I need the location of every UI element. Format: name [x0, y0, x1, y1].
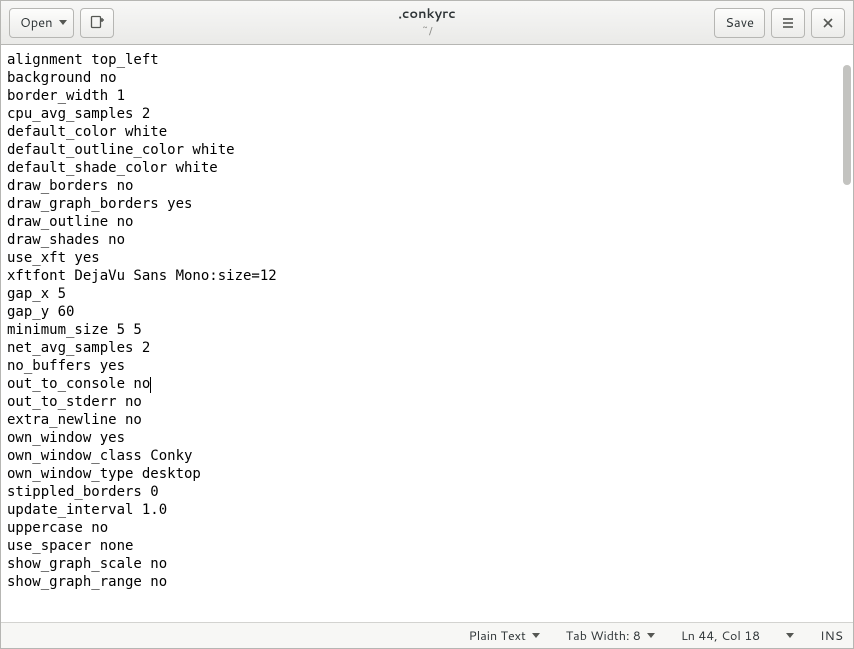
new-tab-button[interactable] — [80, 8, 114, 38]
syntax-mode-label: Plain Text — [469, 627, 526, 645]
text-editor[interactable]: alignment top_left background no border_… — [1, 45, 841, 622]
open-button-label: Open — [20, 14, 53, 32]
header-bar: Open .conkyrc ~/ Save — [1, 1, 853, 45]
close-icon — [821, 16, 835, 30]
scrollbar-thumb[interactable] — [843, 65, 851, 185]
hamburger-menu-button[interactable] — [771, 8, 805, 38]
overwrite-mode-selector[interactable] — [786, 633, 794, 638]
new-tab-icon — [89, 15, 105, 31]
save-button[interactable]: Save — [714, 8, 765, 38]
status-bar: Plain Text Tab Width: 8 Ln 44, Col 18 IN… — [1, 622, 853, 648]
chevron-down-icon — [59, 20, 67, 25]
close-button[interactable] — [811, 8, 845, 38]
vertical-scrollbar[interactable] — [841, 45, 853, 622]
chevron-down-icon — [647, 633, 655, 638]
insert-mode: INS — [820, 627, 843, 645]
hamburger-icon — [780, 15, 796, 31]
chevron-down-icon — [786, 633, 794, 638]
insert-mode-label: INS — [820, 627, 843, 645]
save-button-label: Save — [725, 14, 754, 32]
cursor-position-label: Ln 44, Col 18 — [681, 627, 760, 645]
cursor-position: Ln 44, Col 18 — [681, 627, 760, 645]
syntax-mode-selector[interactable]: Plain Text — [469, 627, 540, 645]
open-button[interactable]: Open — [9, 8, 74, 38]
tab-width-selector[interactable]: Tab Width: 8 — [566, 627, 655, 645]
chevron-down-icon — [532, 633, 540, 638]
tab-width-label: Tab Width: 8 — [566, 627, 641, 645]
gedit-window: Open .conkyrc ~/ Save — [0, 0, 854, 649]
editor-area: alignment top_left background no border_… — [1, 45, 853, 622]
